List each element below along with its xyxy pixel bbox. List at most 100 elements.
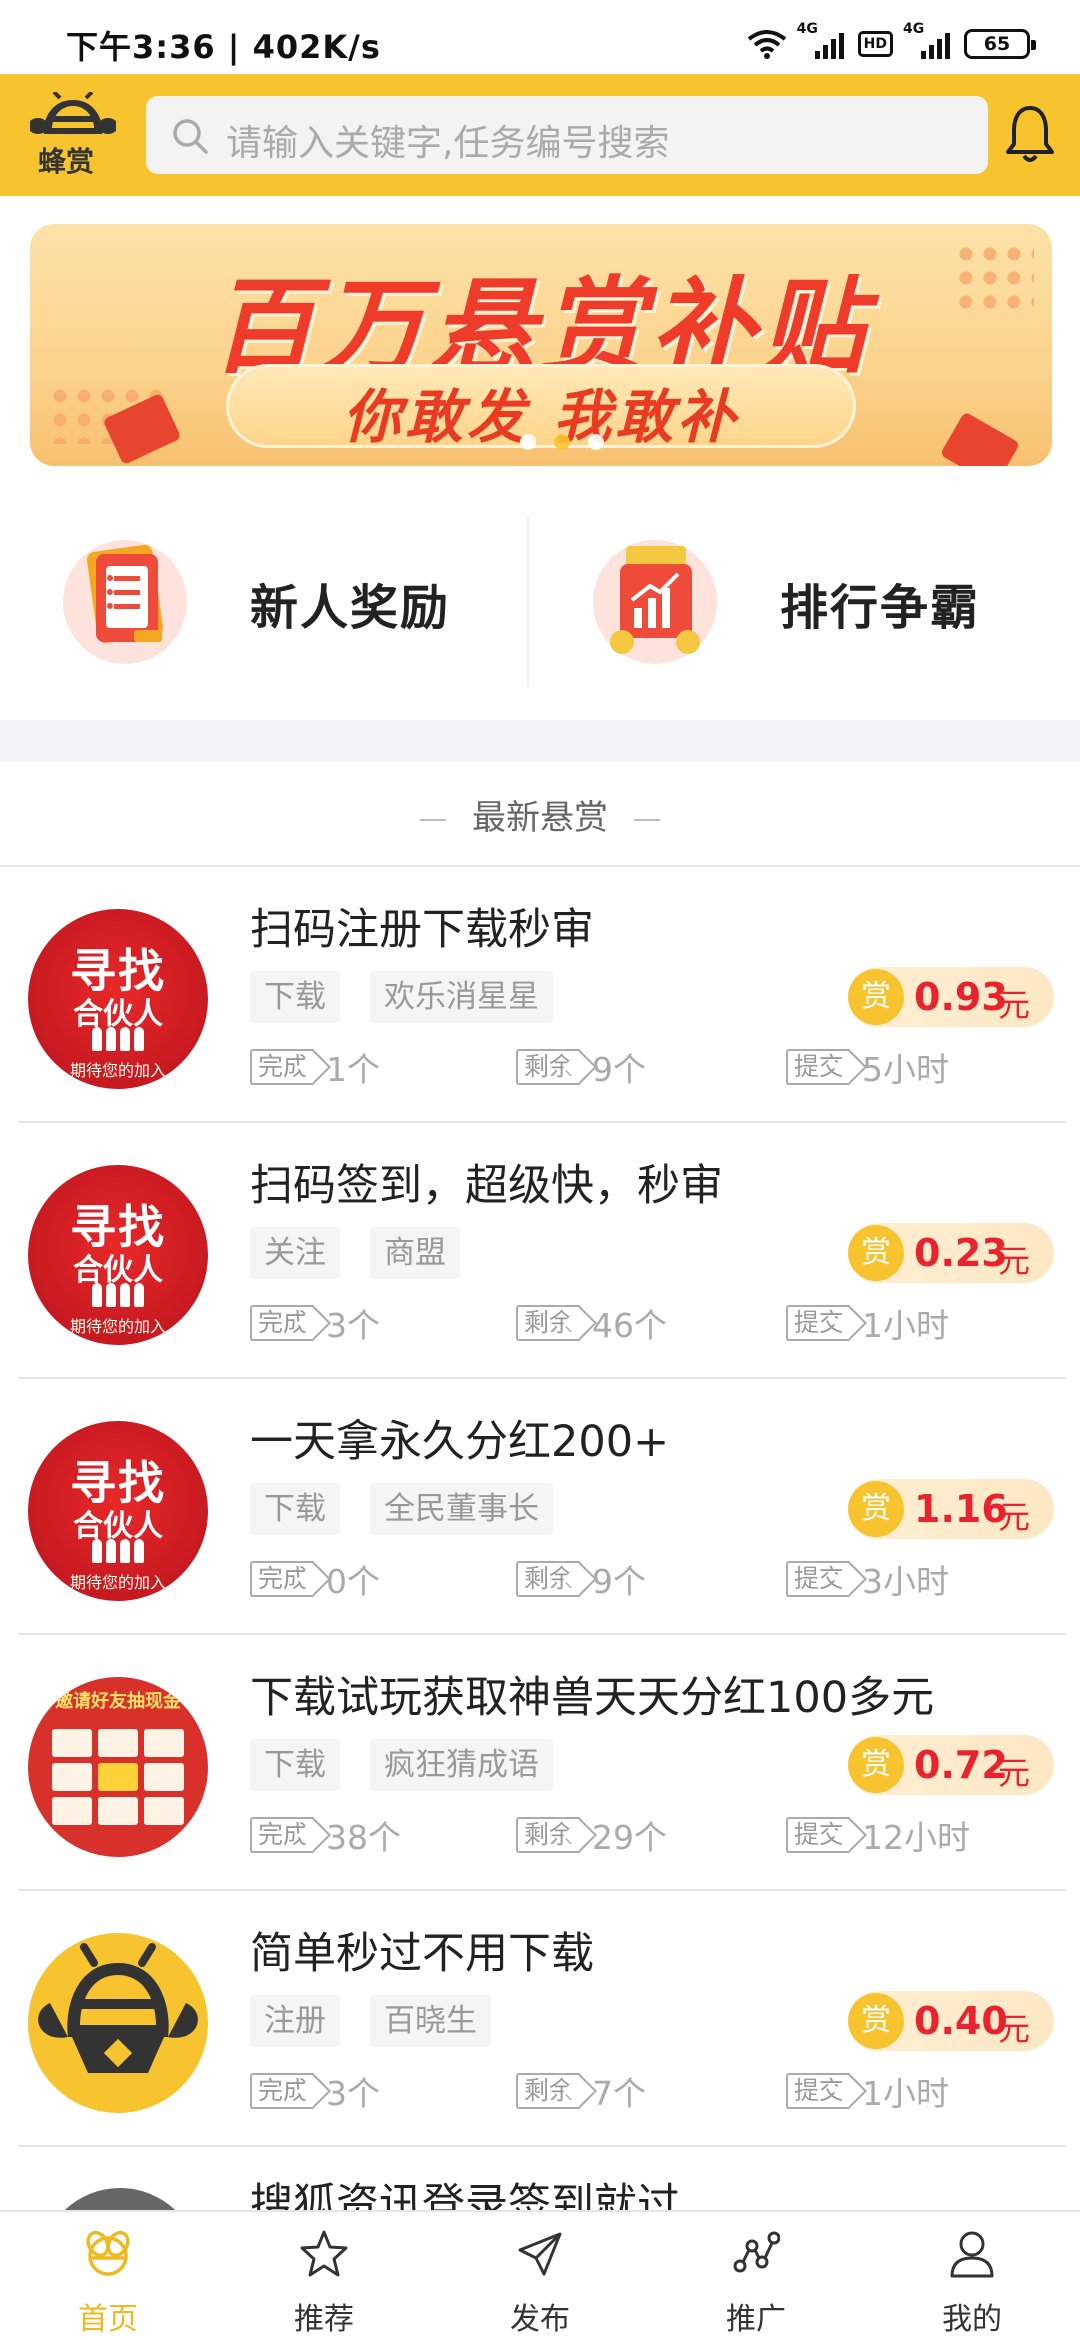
task-title: 搜狐资讯登录签到就过 — [250, 2180, 680, 2210]
task-avatar — [40, 2188, 200, 2210]
nav-label: 推荐 — [294, 2302, 354, 2337]
nav-recommend[interactable]: 推荐 — [216, 2212, 432, 2340]
stat-submit: 提交 1小时 — [786, 1299, 949, 1347]
promo-banner[interactable]: 百万悬赏补贴 你敢发 我敢补 — [30, 224, 1052, 466]
stat-done: 完成 1个 — [250, 1043, 380, 1091]
stat-value: 3个 — [326, 2074, 381, 2113]
task-item-partial[interactable]: 搜狐资讯登录签到就过 — [0, 2158, 1080, 2210]
network-type-2: 4G — [903, 21, 925, 37]
stat-value: 29个 — [592, 1818, 668, 1857]
stat-value: 1小时 — [862, 1306, 950, 1345]
ranking-chart-icon — [593, 540, 717, 664]
reward-amount: 0.72 — [914, 1743, 1008, 1787]
reward-icon: 赏 — [848, 1737, 904, 1793]
stat-label: 剩余 — [516, 2073, 581, 2109]
title-decoration — [634, 818, 660, 821]
feature-newbie-reward[interactable]: 新人奖励 — [0, 510, 528, 690]
task-item[interactable]: 邀请好友抽现金 下载试玩获取神兽天天分红100多元 下载 疯狂猜成语 赏 0.7… — [0, 1635, 1080, 1891]
task-title: 扫码注册下载秒审 — [250, 905, 594, 955]
task-avatar: 寻找 合伙人 期待您的加入 — [28, 1165, 208, 1345]
stat-done: 完成 3个 — [250, 2067, 380, 2115]
task-stats: 完成 0个 剩余 9个 提交 3小时 — [250, 1555, 1050, 1601]
feature-label: 新人奖励 — [250, 580, 451, 636]
reward-icon: 赏 — [848, 1481, 904, 1537]
stat-label: 完成 — [250, 2073, 315, 2109]
stat-remaining: 剩余 9个 — [516, 1555, 646, 1603]
task-item[interactable]: 寻找 合伙人 期待您的加入 扫码注册下载秒审 下载 欢乐消星星 赏 0.93 元… — [0, 867, 1080, 1123]
task-tags: 下载 疯狂猜成语 — [250, 1739, 553, 1791]
task-tags: 下载 全民董事长 — [250, 1483, 553, 1535]
people-icon — [90, 1283, 146, 1307]
star-icon — [300, 2230, 348, 2277]
nav-publish[interactable]: 发布 — [432, 2212, 648, 2340]
stat-value: 9个 — [592, 1050, 647, 1089]
stat-value: 3小时 — [862, 1562, 950, 1601]
task-stats: 完成 1个 剩余 9个 提交 5小时 — [250, 1043, 1050, 1089]
nav-home[interactable]: 首页 — [0, 2212, 216, 2340]
network-type-1: 4G — [796, 21, 818, 37]
task-item[interactable]: 简单秒过不用下载 注册 百晓生 赏 0.40 元 完成 3个 剩余 7个 提交 … — [0, 1891, 1080, 2147]
divider — [527, 516, 529, 686]
feature-entries: 新人奖励 排行争霸 — [0, 510, 1080, 690]
page-dot-active[interactable] — [554, 434, 570, 450]
task-tag: 商盟 — [370, 1227, 460, 1279]
stat-label: 提交 — [786, 1305, 851, 1341]
banner-page-indicator[interactable] — [520, 434, 604, 450]
page-dot[interactable] — [520, 434, 536, 450]
reward-icon: 赏 — [848, 969, 904, 1025]
feature-ranking[interactable]: 排行争霸 — [530, 510, 1058, 690]
reward-unit: 元 — [998, 2010, 1031, 2048]
stat-remaining: 剩余 7个 — [516, 2067, 646, 2115]
reward-icon: 赏 — [848, 1993, 904, 2049]
reward-amount: 0.23 — [914, 1231, 1008, 1275]
stat-label: 剩余 — [516, 1305, 581, 1341]
reward-unit: 元 — [998, 1242, 1031, 1280]
bell-icon[interactable] — [1004, 104, 1056, 164]
search-icon — [173, 119, 208, 154]
stat-label: 提交 — [786, 1817, 851, 1853]
stat-remaining: 剩余 9个 — [516, 1043, 646, 1091]
stat-value: 7个 — [592, 2074, 647, 2113]
nav-promote[interactable]: 推广 — [648, 2212, 864, 2340]
task-title: 一天拿永久分红200+ — [250, 1417, 670, 1467]
stat-done: 完成 38个 — [250, 1811, 401, 1859]
stat-value: 38个 — [326, 1818, 402, 1857]
share-nodes-icon — [733, 2231, 780, 2273]
task-tag: 下载 — [250, 1483, 340, 1535]
stat-label: 提交 — [786, 2073, 851, 2109]
stat-label: 完成 — [250, 1561, 315, 1597]
reward-amount: 0.40 — [914, 1999, 1008, 2043]
task-avatar: 邀请好友抽现金 — [28, 1677, 208, 1857]
stat-value: 3个 — [326, 1306, 381, 1345]
search-input[interactable]: 请输入关键字,任务编号搜索 — [226, 114, 669, 166]
feature-label: 排行争霸 — [780, 580, 981, 636]
send-icon — [518, 2232, 562, 2276]
reward-amount: 1.16 — [914, 1487, 1008, 1531]
reward-badge: 赏 0.23 元 — [848, 1223, 1054, 1283]
stat-value: 5小时 — [862, 1050, 950, 1089]
task-item[interactable]: 寻找 合伙人 期待您的加入 一天拿永久分红200+ 下载 全民董事长 赏 1.1… — [0, 1379, 1080, 1635]
section-title: 最新悬赏 — [472, 798, 608, 838]
task-stats: 完成 3个 剩余 46个 提交 1小时 — [250, 1299, 1050, 1345]
task-tags: 关注 商盟 — [250, 1227, 460, 1279]
nav-mine[interactable]: 我的 — [864, 2212, 1080, 2340]
task-item[interactable]: 寻找 合伙人 期待您的加入 扫码签到，超级快，秒审 关注 商盟 赏 0.23 元… — [0, 1123, 1080, 1379]
stat-value: 46个 — [592, 1306, 668, 1345]
task-tag: 关注 — [250, 1227, 340, 1279]
stat-submit: 提交 5小时 — [786, 1043, 949, 1091]
reward-unit: 元 — [998, 986, 1031, 1024]
stat-remaining: 剩余 46个 — [516, 1299, 667, 1347]
reward-badge: 赏 1.16 元 — [848, 1479, 1054, 1539]
stat-remaining: 剩余 29个 — [516, 1811, 667, 1859]
page-dot[interactable] — [588, 434, 604, 450]
task-tag: 全民董事长 — [370, 1483, 553, 1535]
task-tag: 下载 — [250, 1739, 340, 1791]
status-bar: 下午3:36 | 402K/s 4G HD 4G 65 — [0, 0, 1080, 74]
nav-label: 推广 — [726, 2302, 786, 2337]
task-avatar: 寻找 合伙人 期待您的加入 — [28, 1421, 208, 1601]
stat-label: 剩余 — [516, 1561, 581, 1597]
status-icons: 4G HD 4G 65 — [747, 21, 1036, 62]
reward-amount: 0.93 — [914, 975, 1008, 1019]
search-bar[interactable]: 请输入关键字,任务编号搜索 — [146, 96, 988, 174]
signal-icon-1: 4G — [797, 21, 844, 59]
